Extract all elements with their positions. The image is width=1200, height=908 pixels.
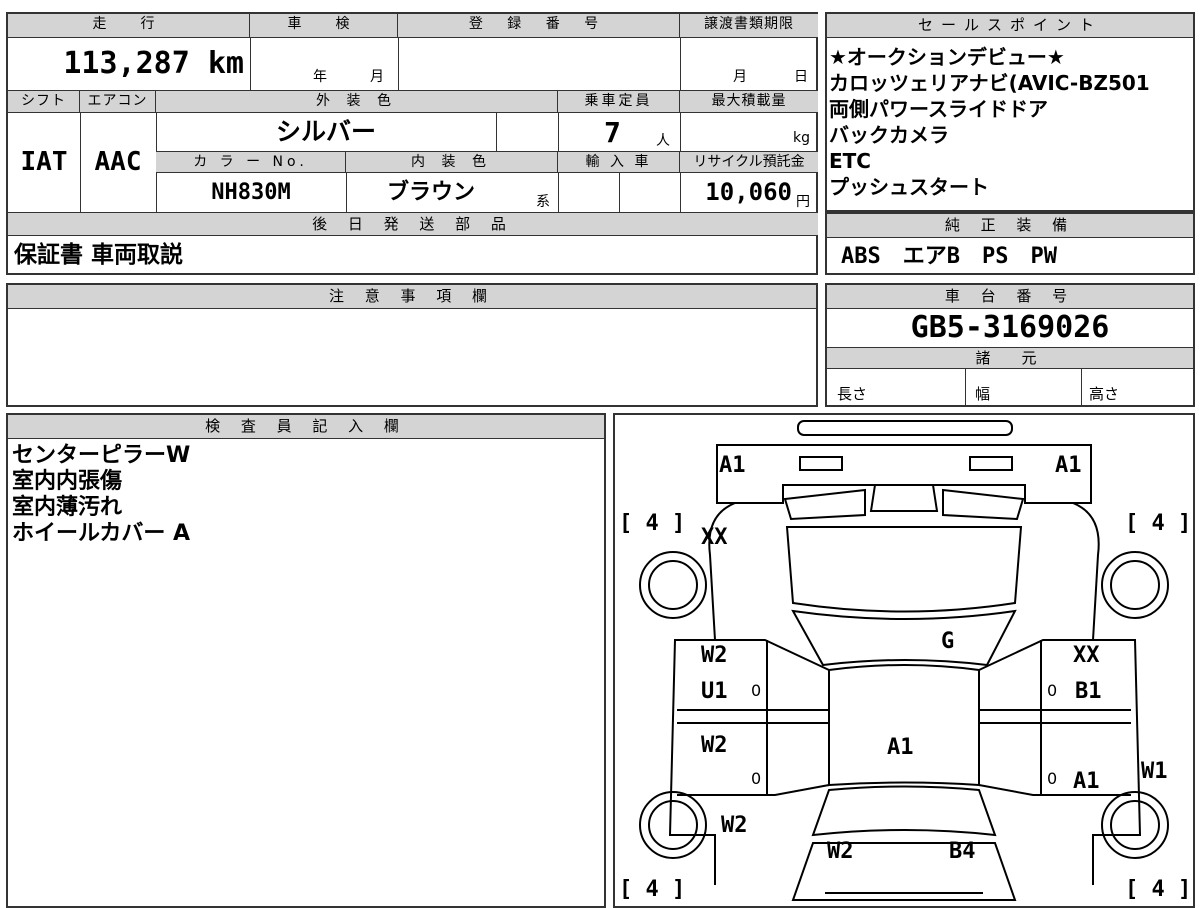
capacity-value: 7 [604, 116, 621, 149]
mark-windshield: G [941, 629, 955, 654]
chassis-panel: 車 台 番 号 GB5-3169026 諸 元 長さ 幅 高さ [825, 283, 1195, 407]
mileage-label: 走 行 [8, 14, 250, 38]
mark-tire-rear-right: [ 4 ] [1125, 877, 1192, 902]
equipment-value: ABS エアB PS PW [841, 244, 1057, 269]
mark-zero: 0 [1047, 681, 1058, 700]
shift-label: シフト [8, 91, 80, 113]
recycle-deposit-label: リサイクル預託金 [680, 152, 818, 173]
damage-diagram-panel: A1 A1 [ 4 ] [ 4 ] XX G XX W2 U1 0 0 B1 W… [613, 413, 1195, 908]
mark-tire-rear-left: [ 4 ] [619, 877, 686, 902]
import-label: 輸 入 車 [558, 152, 680, 173]
notes-panel: 注 意 事 項 欄 [6, 283, 818, 407]
mark-right-quarter: W1 [1141, 759, 1168, 784]
mark-rear-left: W2 [827, 839, 854, 864]
inspector-notes-list: センターピラーW 室内内張傷 室内薄汚れ ホイールカバー A [12, 443, 190, 547]
ac-label: エアコン [80, 91, 156, 113]
notes-label: 注 意 事 項 欄 [8, 285, 816, 309]
inspector-panel: 検 査 員 記 入 欄 センターピラーW 室内内張傷 室内薄汚れ ホイールカバー… [6, 413, 606, 908]
inspection-month: 月 [370, 69, 384, 85]
later-parts-value: 保証書 車両取説 [14, 242, 184, 268]
mark-left-front-door-2: U1 [701, 679, 728, 704]
recycle-unit: 円 [796, 194, 810, 210]
mark-right-rear-door: A1 [1073, 769, 1100, 794]
height-label: 高さ [1089, 385, 1120, 403]
mark-front-left: A1 [719, 453, 746, 478]
equipment-panel: 純 正 装 備 ABS エアB PS PW [825, 212, 1195, 275]
sales-points-list: ★オークションデビュー★ カロッツェリアナビ(AVIC-BZ501 両側パワース… [829, 44, 1150, 200]
color-number-label: カ ラ ー No. [156, 152, 346, 173]
sales-points-panel: セールスポイント ★オークションデビュー★ カロッツェリアナビ(AVIC-BZ5… [825, 12, 1195, 212]
interior-color-label: 内 装 色 [346, 152, 558, 173]
inspector-note: センターピラーW [12, 443, 191, 468]
shift-value: IAT [20, 147, 68, 177]
mark-front-right: A1 [1055, 453, 1082, 478]
registration-label: 登 録 番 号 [398, 14, 680, 38]
chassis-number: GB5-3169026 [910, 310, 1110, 345]
color-number-value: NH830M [211, 180, 291, 205]
length-label: 長さ [837, 385, 868, 403]
mark-left-fender: XX [701, 525, 728, 550]
inspector-label: 検 査 員 記 入 欄 [8, 415, 604, 439]
load-unit: kg [793, 130, 810, 146]
mark-tire-front-left: [ 4 ] [619, 511, 686, 536]
later-parts-label: 後 日 発 送 部 品 [8, 212, 818, 236]
chassis-label: 車 台 番 号 [827, 285, 1193, 309]
sales-point-item: バックカメラ [829, 123, 949, 147]
sales-points-label: セールスポイント [827, 14, 1193, 38]
mark-left-quarter: W2 [721, 813, 748, 838]
mark-right-front-door: B1 [1075, 679, 1102, 704]
inspector-note: 室内内張傷 [12, 469, 123, 494]
mark-roof: A1 [887, 735, 914, 760]
mark-rear-right: B4 [949, 839, 976, 864]
transfer-day: 日 [794, 69, 808, 85]
mark-zero: 0 [751, 769, 762, 788]
inspection-label: 車 検 [250, 14, 398, 38]
interior-color-value: ブラウン [386, 180, 475, 205]
exterior-color-label: 外 装 色 [156, 91, 558, 113]
inspector-note: ホイールカバー A [12, 521, 191, 546]
capacity-label: 乗車定員 [558, 91, 680, 113]
sales-point-item: 両側パワースライドドア [829, 97, 1048, 121]
mark-zero: 0 [1047, 769, 1058, 788]
sales-point-item: ★オークションデビュー★ [829, 45, 1065, 69]
mark-zero: 0 [751, 681, 762, 700]
exterior-color-value: シルバー [275, 117, 376, 146]
mileage-value: 113,287 km [63, 46, 244, 81]
width-label: 幅 [975, 385, 991, 403]
mark-tire-front-right: [ 4 ] [1125, 511, 1192, 536]
ac-value: AAC [94, 147, 142, 177]
mark-right-fender: XX [1073, 643, 1100, 668]
vehicle-summary-table: 走 行 車 検 登 録 番 号 譲渡書類期限 113,287 km 年 月 月 … [6, 12, 818, 275]
mark-left-front-door: W2 [701, 643, 728, 668]
specs-label: 諸 元 [827, 347, 1193, 369]
transfer-deadline-label: 譲渡書類期限 [680, 14, 818, 38]
capacity-unit: 人 [656, 133, 670, 149]
transfer-month: 月 [733, 69, 747, 85]
max-load-label: 最大積載量 [680, 91, 818, 113]
sales-point-item: プッシュスタート [829, 175, 989, 199]
equipment-label: 純 正 装 備 [827, 214, 1193, 238]
inspection-year: 年 [313, 69, 327, 85]
recycle-deposit-value: 10,060 [705, 178, 792, 206]
mark-left-rear-door: W2 [701, 733, 728, 758]
sales-point-item: ETC [829, 149, 871, 173]
interior-suffix: 系 [536, 194, 550, 210]
sales-point-item: カロッツェリアナビ(AVIC-BZ501 [829, 71, 1150, 95]
inspector-note: 室内薄汚れ [12, 495, 123, 520]
